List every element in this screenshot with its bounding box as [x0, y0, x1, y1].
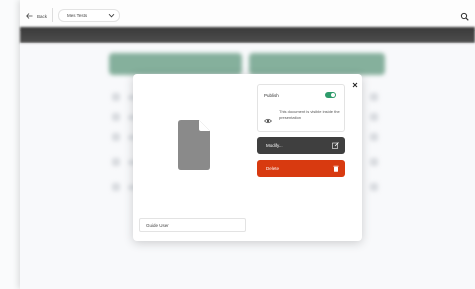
dropdown-value: Mes Tests [67, 13, 88, 18]
modify-button[interactable]: Modify... [257, 137, 345, 154]
edit-icon [332, 141, 339, 150]
publish-panel: Publish This document is visible inside … [257, 84, 345, 132]
eye-icon [264, 111, 272, 124]
delete-label: Delete [266, 166, 280, 171]
username-field: Guide User [139, 218, 246, 232]
document-options-modal: Guide User Publish This document is visi… [133, 74, 362, 241]
username-text: Guide User [146, 222, 169, 228]
close-icon [351, 76, 359, 93]
back-label: Back [37, 13, 48, 19]
close-button[interactable] [351, 76, 359, 88]
modify-label: Modify... [266, 143, 283, 148]
back-button[interactable]: Back [26, 11, 47, 21]
delete-button[interactable]: Delete [257, 160, 345, 177]
search-button[interactable] [459, 10, 471, 22]
arrow-left-icon [26, 12, 33, 20]
visibility-text: This document is visible inside the pres… [279, 109, 340, 120]
publish-toggle[interactable] [325, 92, 336, 98]
test-select-dropdown[interactable]: Mes Tests [58, 9, 120, 22]
file-icon [178, 120, 210, 170]
publish-label: Publish [264, 93, 279, 98]
blurred-header-band [20, 27, 475, 43]
search-icon [459, 10, 471, 27]
toolbar-divider [52, 8, 53, 22]
chevron-down-icon [108, 13, 115, 19]
trash-icon [333, 165, 339, 173]
